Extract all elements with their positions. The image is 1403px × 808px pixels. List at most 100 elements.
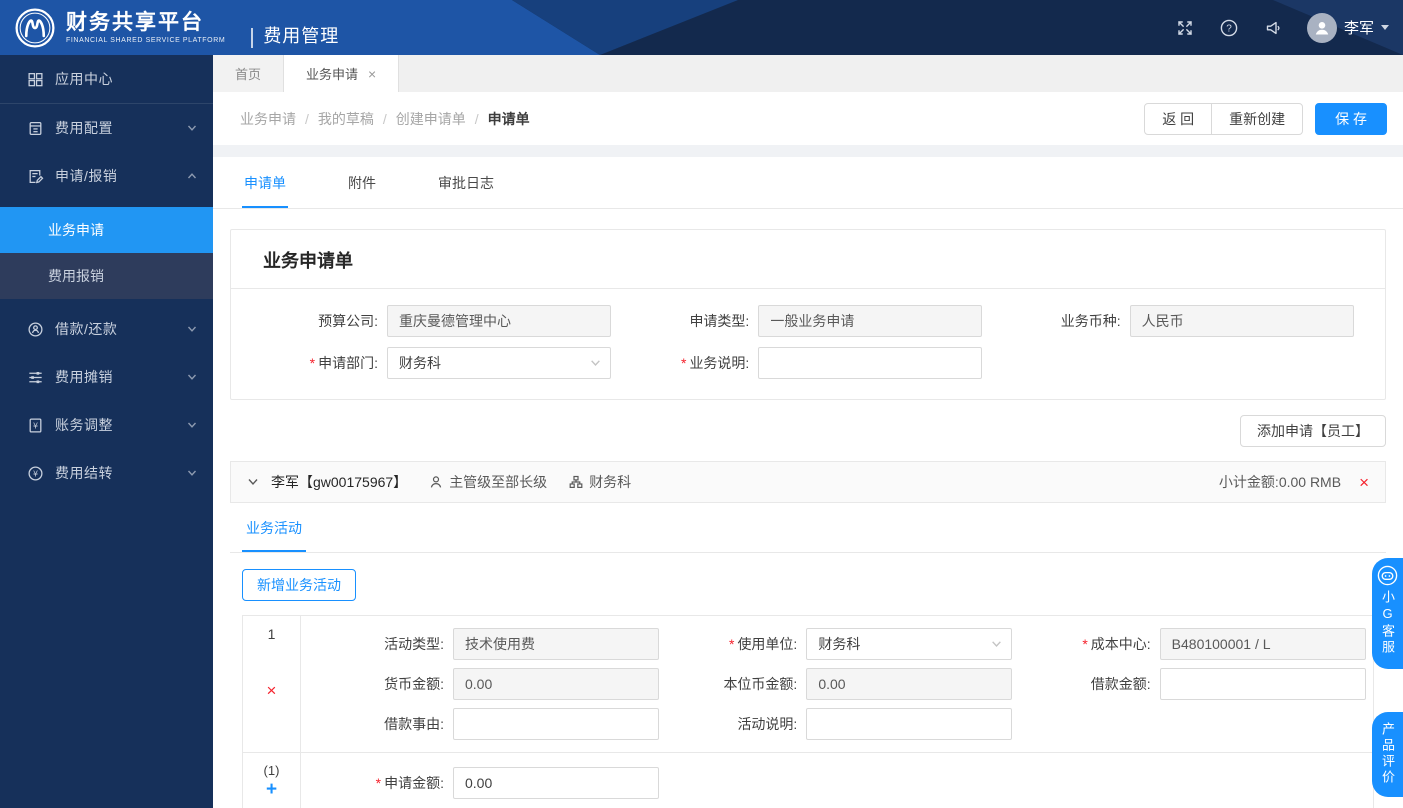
breadcrumb-item[interactable]: 我的草稿 <box>318 109 374 129</box>
base-amount-field: 本位币金额: <box>660 668 1013 700</box>
required-mark: * <box>1082 636 1088 652</box>
chevron-up-icon <box>187 173 197 179</box>
required-mark: * <box>309 355 316 371</box>
empty-cell <box>994 347 1365 379</box>
amortize-icon <box>29 371 42 383</box>
field-label: 货币金额: <box>384 676 444 692</box>
add-activity-button[interactable]: 新增业务活动 <box>242 569 356 601</box>
apply-form-card: 业务申请单 预算公司: 申请类型: 业务币种: <box>230 229 1386 400</box>
activity-row: 1 × 活动类型: *使用单位: <box>243 616 1373 752</box>
sidebar-item-apply-reimburse[interactable]: 申请/报销 <box>0 152 213 200</box>
top-header: 财务共享平台 FINANCIAL SHARED SERVICE PLATFORM… <box>0 0 1403 55</box>
product-feedback-label: 产品评价 <box>1380 722 1395 786</box>
sidebar-item-label: 费用摊销 <box>55 369 113 385</box>
loan-amount-input[interactable] <box>1159 668 1366 700</box>
activity-sub-row: (1) + × *申请金额: <box>243 752 1373 808</box>
sidebar-item-loan-repay[interactable]: 借款/还款 <box>0 305 213 353</box>
tab-business-activity[interactable]: 业务活动 <box>242 503 306 552</box>
activity-fields: 活动类型: *使用单位: <box>301 616 1373 752</box>
breadcrumb-item[interactable]: 创建申请单 <box>396 109 466 129</box>
sidebar-item-label: 应用中心 <box>55 71 113 87</box>
svg-text:¥: ¥ <box>33 421 38 430</box>
cost-center-field: * 成本中心: <box>1014 628 1367 660</box>
breadcrumb-separator: / <box>382 110 387 127</box>
use-unit-input[interactable] <box>806 628 1013 660</box>
use-unit-field: * 使用单位: <box>660 628 1013 660</box>
add-row-icon[interactable]: + <box>266 780 277 799</box>
field-label: * 业务说明: <box>680 355 750 371</box>
brand-subtitle: FINANCIAL SHARED SERVICE PLATFORM <box>66 36 226 44</box>
announcement-icon[interactable] <box>1263 18 1283 38</box>
save-button[interactable]: 保 存 <box>1315 102 1387 135</box>
tab-home[interactable]: 首页 <box>213 55 285 92</box>
activity-tabs: 业务活动 <box>230 503 1386 553</box>
field-label: 借款金额: <box>1090 676 1151 692</box>
sidebar-item-expense-config[interactable]: 费用配置 <box>0 104 213 152</box>
sidebar-item-expense-amortize[interactable]: 费用摊销 <box>0 353 213 401</box>
sidebar-item-expense-reimburse[interactable]: 费用报销 <box>0 253 213 299</box>
svg-text:¥: ¥ <box>33 469 38 478</box>
loan-reason-input[interactable] <box>453 708 659 740</box>
apply-amount-field: * 申请金额: <box>307 767 660 799</box>
tab-approval-log[interactable]: 审批日志 <box>436 157 496 208</box>
activity-desc-input[interactable] <box>806 708 1013 740</box>
help-icon[interactable]: ? <box>1219 18 1239 38</box>
user-menu[interactable]: 李军 <box>1306 12 1389 43</box>
tab-label: 首页 <box>235 67 262 82</box>
field-label: 本位币金额: <box>723 676 798 692</box>
apply-dept-input[interactable] <box>387 347 611 379</box>
field-label: 活动类型: <box>384 636 444 652</box>
carryover-icon: ¥ <box>28 465 43 481</box>
user-avatar[interactable] <box>1306 12 1337 43</box>
breadcrumb-separator: / <box>305 110 309 127</box>
activity-desc-field: 活动说明: <box>660 708 1013 740</box>
business-desc-input[interactable] <box>758 347 983 379</box>
add-employee-button[interactable]: 添加申请【员工】 <box>1240 415 1386 447</box>
org-icon <box>569 475 583 489</box>
tab-attachments[interactable]: 附件 <box>346 157 378 208</box>
employee-grade: 主管级至部长级 <box>429 472 547 492</box>
delete-employee-icon[interactable]: × <box>1359 474 1369 491</box>
recreate-button[interactable]: 重新创建 <box>1211 102 1304 135</box>
field-label: * 成本中心: <box>1082 636 1151 652</box>
apps-icon <box>28 72 43 86</box>
budget-company-input <box>387 305 611 337</box>
employee-section: 李军【gw00175967】 主管级至部长级 财务科 小计金额: 0.00 RM… <box>230 461 1386 808</box>
sidebar-item-expense-carryover[interactable]: ¥ 费用结转 <box>0 449 213 497</box>
tab-business-apply[interactable]: 业务申请 × <box>284 55 400 92</box>
sidebar-submenu: 业务申请 费用报销 <box>0 207 213 299</box>
back-button[interactable]: 返 回 <box>1144 102 1213 135</box>
sidebar-item-label: 费用结转 <box>55 465 113 481</box>
collapse-chevron-icon[interactable] <box>247 476 259 488</box>
breadcrumb-item[interactable]: 业务申请 <box>240 109 296 129</box>
subtotal-value: 0.00 RMB <box>1278 474 1342 490</box>
apply-dept-select[interactable] <box>387 347 611 379</box>
employee-name: 李军【gw00175967】 <box>271 474 408 490</box>
use-unit-select[interactable] <box>806 628 1013 660</box>
add-employee-row: 添加申请【员工】 <box>213 400 1403 461</box>
field-label: 申请类型: <box>689 313 750 329</box>
sidebar-item-business-apply[interactable]: 业务申请 <box>0 207 213 253</box>
field-label: 活动说明: <box>737 716 798 732</box>
customer-service-label: 小G客服 <box>1380 590 1395 656</box>
close-icon[interactable]: × <box>368 66 376 82</box>
sub-row-controls: (1) + × <box>243 753 301 808</box>
apply-amount-input[interactable] <box>453 767 659 799</box>
header-actions: ? 李军 <box>1175 0 1389 55</box>
currency-input <box>1129 305 1354 337</box>
employee-subtotal: 小计金额: 0.00 RMB × <box>1219 472 1369 492</box>
sidebar-item-account-adjust[interactable]: ¥ 账务调整 <box>0 401 213 449</box>
required-mark: * <box>728 636 735 652</box>
form-tabs: 申请单 附件 审批日志 <box>213 157 1403 209</box>
fullscreen-icon[interactable] <box>1175 18 1195 38</box>
subtotal-label: 小计金额: <box>1218 474 1279 490</box>
tab-apply-form[interactable]: 申请单 <box>242 157 288 208</box>
delete-activity-icon[interactable]: × <box>267 682 277 699</box>
sidebar-item-app-center[interactable]: 应用中心 <box>0 55 213 103</box>
product-feedback-tab[interactable]: 产品评价 <box>1372 712 1403 797</box>
customer-service-tab[interactable]: 小G客服 <box>1372 558 1403 669</box>
apply-icon <box>29 169 44 183</box>
required-mark: * <box>375 775 382 791</box>
loan-amount-field: 借款金额: <box>1014 668 1367 700</box>
chevron-down-icon <box>187 326 197 332</box>
